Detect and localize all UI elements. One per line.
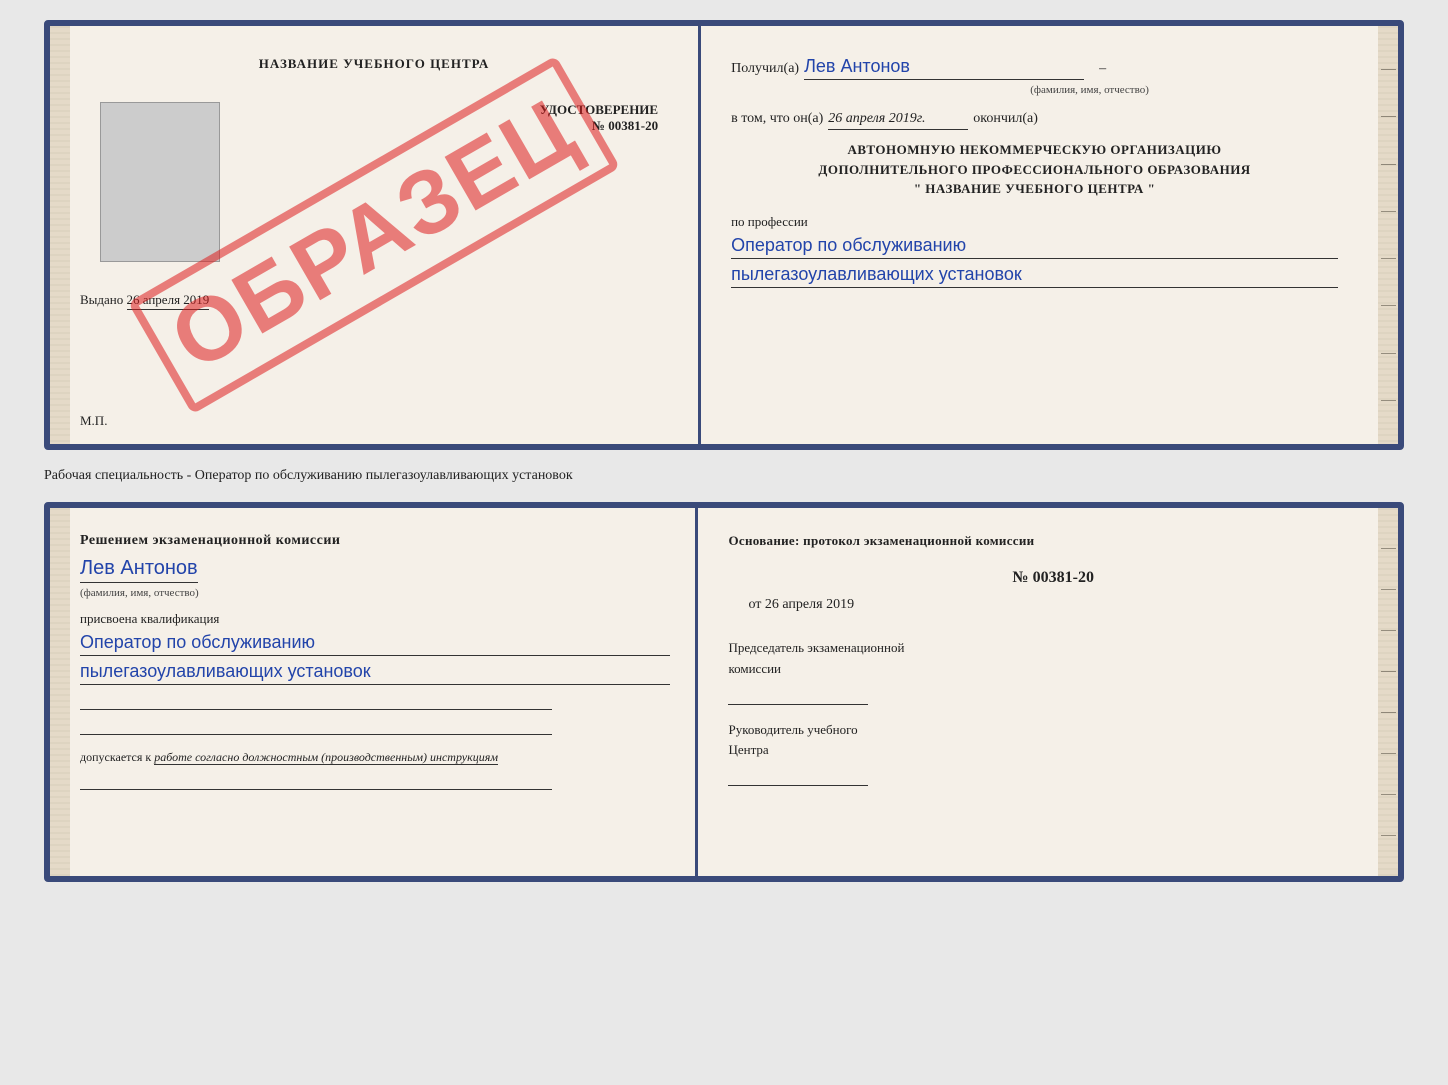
profession-label: по профессии [731,214,1338,230]
diploma-right-page: Основание: протокол экзаменационной коми… [698,508,1398,876]
qualification-label: присвоена квалификация [80,611,670,627]
chairman-sig-line [728,685,868,705]
basis-text: Основание: протокол экзаменационной коми… [728,533,1378,549]
cert-mp: М.П. [80,413,107,429]
cert-right-content: Получил(а) Лев Антонов – (фамилия, имя, … [731,56,1378,288]
cert-issued-area: Выдано 26 апреля 2019 [80,272,668,308]
cert-photo [100,102,220,262]
in-that-line: в том, что он(а) 26 апреля 2019г. окончи… [731,111,1338,130]
cert-number: № 00381-20 [592,118,658,133]
diploma-name-subtitle: (фамилия, имя, отчество) [80,587,670,599]
cert-right-page: Получил(а) Лев Антонов – (фамилия, имя, … [701,26,1398,444]
qualification-value-2: пылегазоулавливающих установок [80,661,670,685]
received-line: Получил(а) Лев Антонов – [731,56,1338,80]
allowed-value: работе согласно должностным (производств… [154,750,498,765]
head-sig-line [728,766,868,786]
document-container: НАЗВАНИЕ УЧЕБНОГО ЦЕНТРА УДОСТОВЕРЕНИЕ №… [44,20,1404,882]
org-block: АВТОНОМНУЮ НЕКОММЕРЧЕСКУЮ ОРГАНИЗАЦИЮ ДО… [731,140,1338,199]
diploma-book: Решением экзаменационной комиссии Лев Ан… [44,502,1404,882]
qualification-value-1: Оператор по обслуживанию [80,632,670,656]
diploma-left-page: Решением экзаменационной комиссии Лев Ан… [50,508,698,876]
protocol-date: от 26 апреля 2019 [728,597,1378,613]
head-block: Руководитель учебного Центра [728,720,1378,787]
allowed-text: допускается к работе согласно должностны… [80,750,670,765]
name-subtitle: (фамилия, имя, отчество) [841,84,1338,96]
cert-doc-type: УДОСТОВЕРЕНИЕ № 00381-20 [235,102,658,134]
decision-text: Решением экзаменационной комиссии [80,533,670,549]
protocol-number: № 00381-20 [728,569,1378,587]
cert-school-name: НАЗВАНИЕ УЧЕБНОГО ЦЕНТРА [80,56,668,72]
diploma-person-name: Лев Антонов [80,557,198,583]
chairman-block: Председатель экзаменационной комиссии [728,638,1378,705]
cert-left-page: НАЗВАНИЕ УЧЕБНОГО ЦЕНТРА УДОСТОВЕРЕНИЕ №… [50,26,701,444]
certificate-book: НАЗВАНИЕ УЧЕБНОГО ЦЕНТРА УДОСТОВЕРЕНИЕ №… [44,20,1404,450]
profession-value-2: пылегазоулавливающих установок [731,264,1338,288]
profession-value-1: Оператор по обслуживанию [731,235,1338,259]
between-text: Рабочая специальность - Оператор по обсл… [44,460,1404,492]
